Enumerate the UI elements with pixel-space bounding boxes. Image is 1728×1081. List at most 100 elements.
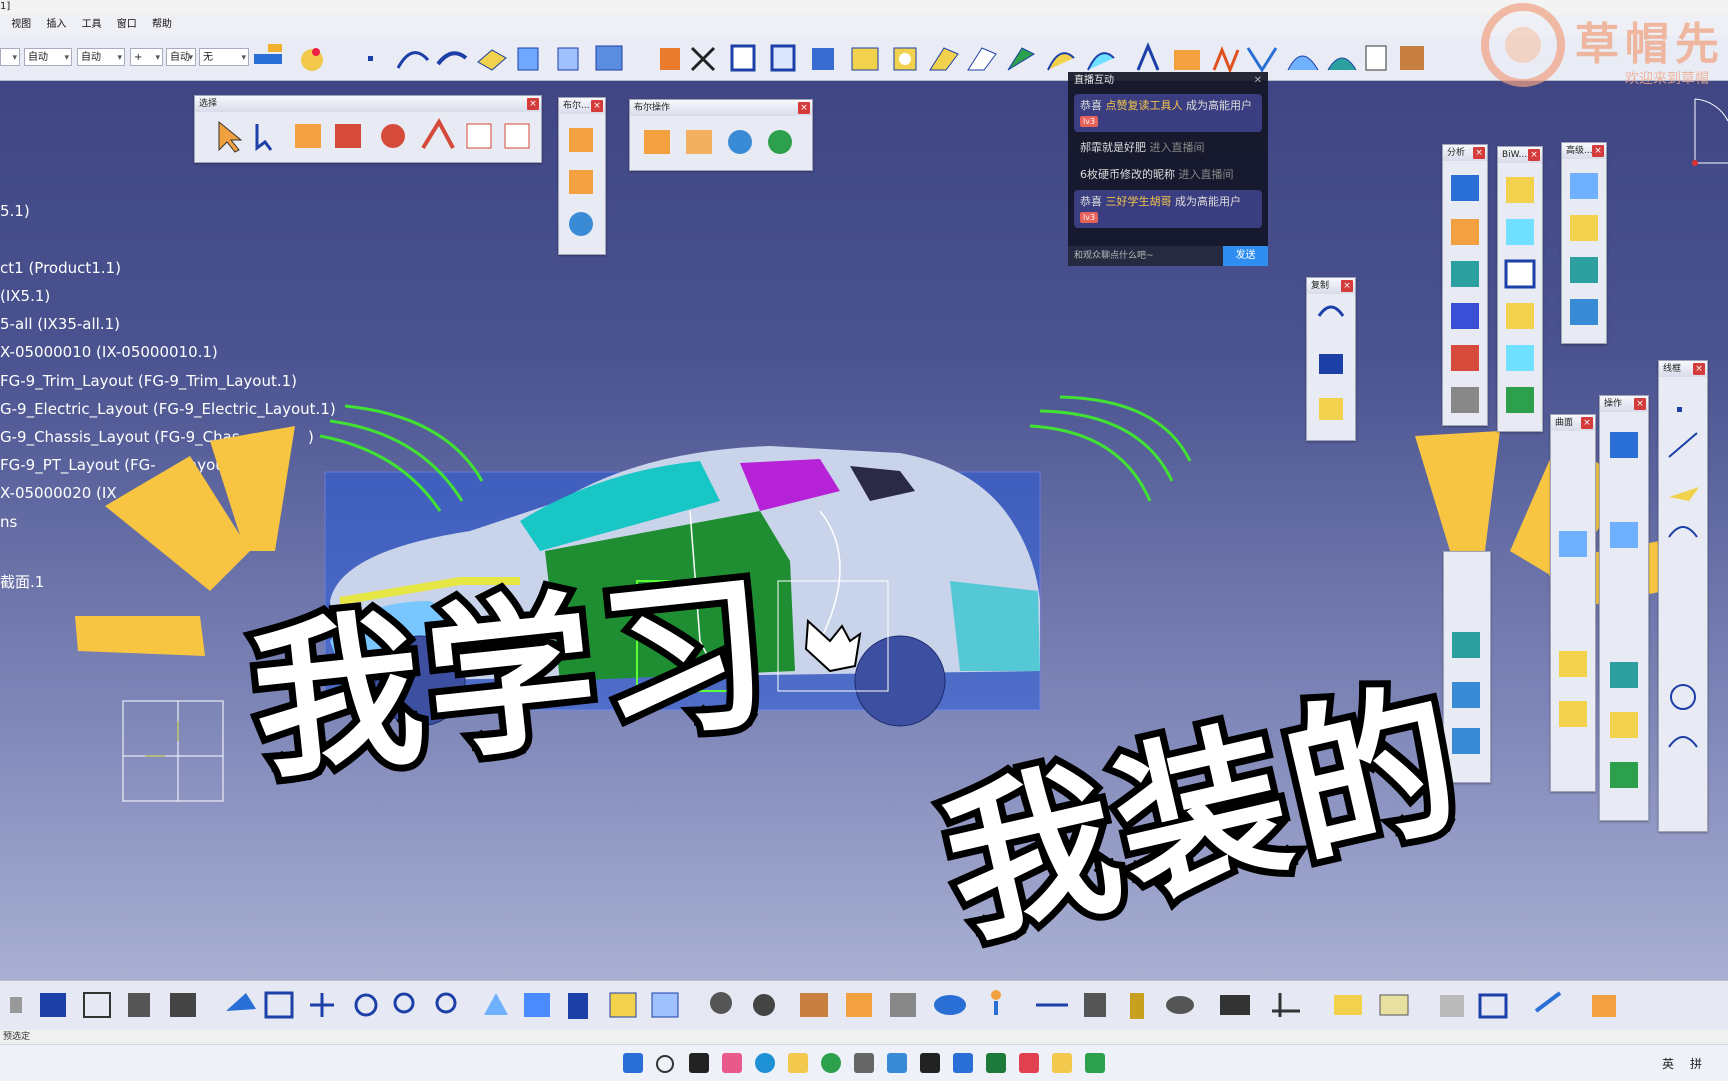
analysis-icons[interactable]: [1443, 161, 1487, 425]
toolbar-select[interactable]: 选择 ×: [194, 95, 542, 163]
fit-all-icon: [264, 991, 294, 1019]
toolbar-operation[interactable]: 操作 ×: [1599, 395, 1649, 821]
app-icon[interactable]: [689, 1053, 709, 1073]
compass-icon[interactable]: [1692, 98, 1728, 166]
close-icon[interactable]: ×: [1581, 417, 1593, 429]
close-icon[interactable]: ×: [1528, 149, 1540, 161]
app-icon[interactable]: [887, 1053, 907, 1073]
sweep-icon[interactable]: [1087, 52, 1115, 71]
plane-icon[interactable]: [477, 49, 507, 71]
operation-icons[interactable]: [1600, 412, 1648, 820]
search-icon[interactable]: [656, 1055, 674, 1073]
toolbar-surface[interactable]: 曲面 ×: [1550, 414, 1596, 792]
menu-help[interactable]: 帮助: [146, 14, 178, 36]
app-icon[interactable]: [722, 1053, 742, 1073]
close-icon[interactable]: ×: [591, 100, 603, 112]
toolbar-wireframe[interactable]: 线框 ×: [1658, 360, 1708, 832]
folder-icon[interactable]: [788, 1053, 808, 1073]
top-toolbar: 自动 自动 + 自动 无: [0, 36, 1728, 81]
window-title: 1]: [0, 1, 11, 12]
scene-icon: [1534, 991, 1562, 1013]
wireframe-icons[interactable]: [1659, 377, 1707, 831]
scatter-icon[interactable]: [690, 46, 716, 72]
boolean-small-icons[interactable]: [559, 114, 605, 254]
close-icon[interactable]: ×: [1341, 280, 1353, 292]
brush-icon[interactable]: [254, 44, 282, 64]
shaft-icon[interactable]: [812, 48, 834, 70]
app-icon[interactable]: [854, 1053, 874, 1073]
spline-icon[interactable]: [436, 51, 468, 66]
close-icon[interactable]: ×: [1592, 145, 1604, 157]
close-icon[interactable]: ×: [1693, 363, 1705, 375]
box2-icon[interactable]: [557, 47, 579, 71]
sketch-icon[interactable]: [1400, 46, 1424, 70]
combo-point[interactable]: +: [130, 48, 163, 67]
combo-1[interactable]: [0, 48, 20, 67]
draft-icon[interactable]: [1136, 42, 1160, 71]
toolbar-copy[interactable]: 复制 ×: [1306, 277, 1356, 441]
thickness-icon[interactable]: [1246, 47, 1278, 73]
copy-icons[interactable]: [1307, 294, 1355, 440]
shell-icon[interactable]: [1287, 55, 1319, 71]
close-icon[interactable]: ×: [527, 98, 539, 110]
toolbar-boolean-ops[interactable]: 布尔操作 ×: [629, 99, 813, 171]
hole-icon[interactable]: [893, 47, 917, 71]
slot-icon[interactable]: [967, 47, 997, 71]
rear-wheel: [854, 635, 946, 727]
boolean-op-icons[interactable]: [630, 116, 812, 170]
app-icon[interactable]: [1019, 1053, 1039, 1073]
combo-line-type[interactable]: 自动: [24, 48, 72, 67]
window-titlebar: 1]: [0, 0, 1728, 14]
stiffener-icon[interactable]: [1007, 47, 1036, 71]
chamfer-icon[interactable]: [1212, 45, 1240, 75]
remove-icon: [569, 212, 593, 236]
menu-insert[interactable]: 插入: [40, 14, 72, 36]
combo-layer[interactable]: 自动: [166, 48, 196, 67]
close-icon[interactable]: ×: [1473, 147, 1485, 159]
sphere-icon[interactable]: [301, 48, 323, 71]
app-icon[interactable]: [920, 1053, 940, 1073]
pad-icon[interactable]: [730, 44, 756, 72]
close-icon[interactable]: ×: [1634, 398, 1646, 410]
close-icon[interactable]: ×: [798, 102, 810, 114]
menu-view[interactable]: 视图: [5, 14, 37, 36]
status-text: 预选定: [3, 1032, 31, 1042]
advanced-icons[interactable]: [1562, 159, 1606, 343]
toolbar-biw[interactable]: BiW... ×: [1497, 146, 1543, 432]
menu-tools[interactable]: 工具: [76, 14, 108, 36]
arc-icon[interactable]: [396, 51, 430, 69]
catia-icon[interactable]: [1052, 1053, 1072, 1073]
combo-filter[interactable]: 无: [199, 48, 249, 67]
dome-icon[interactable]: [1327, 57, 1357, 71]
groove-icon[interactable]: [851, 47, 879, 71]
start-icon[interactable]: [623, 1053, 643, 1073]
toolbar-boolean-small-title: 布尔...: [563, 101, 590, 111]
toolbar-advanced[interactable]: 高级... ×: [1561, 142, 1607, 344]
wechat-icon[interactable]: [821, 1053, 841, 1073]
bottom-toolbar-icons[interactable]: [0, 981, 1728, 1031]
toolbar-analysis[interactable]: 分析 ×: [1442, 144, 1488, 426]
chat-send-button[interactable]: 发送: [1223, 246, 1268, 266]
input-lang-indicator[interactable]: 英: [1662, 1055, 1674, 1072]
surface-icons[interactable]: [1551, 431, 1595, 791]
assembly-icon[interactable]: [595, 45, 623, 71]
chat-close-icon[interactable]: ✕: [1254, 72, 1262, 90]
rib-icon[interactable]: [929, 47, 959, 71]
document-icon[interactable]: [1365, 45, 1387, 71]
loft-icon[interactable]: [1047, 52, 1075, 71]
app-icon[interactable]: [953, 1053, 973, 1073]
point-icon[interactable]: [368, 56, 373, 61]
toolbar-boolean-small[interactable]: 布尔... ×: [558, 97, 606, 255]
excel-icon[interactable]: [986, 1053, 1006, 1073]
combo-line-weight[interactable]: 自动: [77, 48, 125, 67]
fillet-icon[interactable]: [1174, 50, 1200, 70]
input-method-indicator[interactable]: 拼: [1690, 1055, 1702, 1072]
biw-icons[interactable]: [1498, 163, 1542, 431]
pocket-icon[interactable]: [770, 44, 796, 72]
app-icon[interactable]: [1085, 1053, 1105, 1073]
edge-icon[interactable]: [755, 1053, 775, 1073]
select-tools[interactable]: [195, 112, 541, 162]
box-icon[interactable]: [517, 47, 539, 71]
menu-window[interactable]: 窗口: [111, 14, 143, 36]
grid-icon[interactable]: [660, 48, 680, 70]
